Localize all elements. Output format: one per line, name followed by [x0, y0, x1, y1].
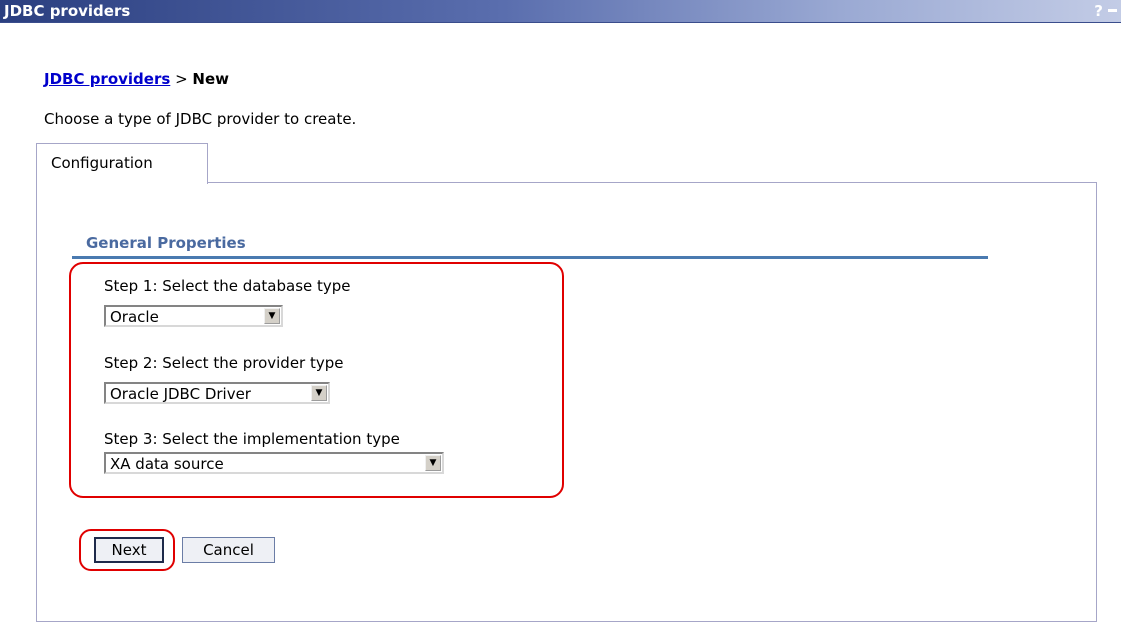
minimize-icon[interactable]	[1108, 9, 1117, 12]
intro-text: Choose a type of JDBC provider to create…	[44, 110, 357, 128]
tab-configuration-label: Configuration	[51, 154, 153, 172]
provider-type-value: Oracle JDBC Driver	[110, 385, 251, 403]
breadcrumb-link-jdbc-providers[interactable]: JDBC providers	[44, 70, 170, 88]
breadcrumb: JDBC providers > New	[44, 70, 229, 88]
section-divider	[72, 256, 988, 259]
implementation-type-value: XA data source	[110, 455, 224, 473]
implementation-type-select[interactable]: XA data source ▼	[104, 452, 444, 474]
database-type-select[interactable]: Oracle ▼	[104, 305, 283, 327]
breadcrumb-current: New	[192, 70, 229, 88]
cancel-button[interactable]: Cancel	[182, 537, 275, 563]
breadcrumb-separator: >	[170, 70, 193, 88]
step3-label: Step 3: Select the implementation type	[104, 430, 400, 448]
database-type-value: Oracle	[110, 308, 159, 326]
chevron-down-icon[interactable]: ▼	[311, 385, 327, 401]
tab-configuration[interactable]: Configuration	[36, 143, 208, 184]
chevron-down-icon[interactable]: ▼	[264, 308, 280, 324]
window-title: JDBC providers	[4, 2, 131, 20]
provider-type-select[interactable]: Oracle JDBC Driver ▼	[104, 382, 330, 404]
title-bar: JDBC providers ?	[0, 0, 1121, 23]
step2-label: Step 2: Select the provider type	[104, 354, 344, 372]
help-icon[interactable]: ?	[1094, 2, 1103, 20]
section-title: General Properties	[86, 234, 246, 252]
step1-label: Step 1: Select the database type	[104, 277, 351, 295]
chevron-down-icon[interactable]: ▼	[425, 455, 441, 471]
next-button[interactable]: Next	[94, 537, 164, 563]
